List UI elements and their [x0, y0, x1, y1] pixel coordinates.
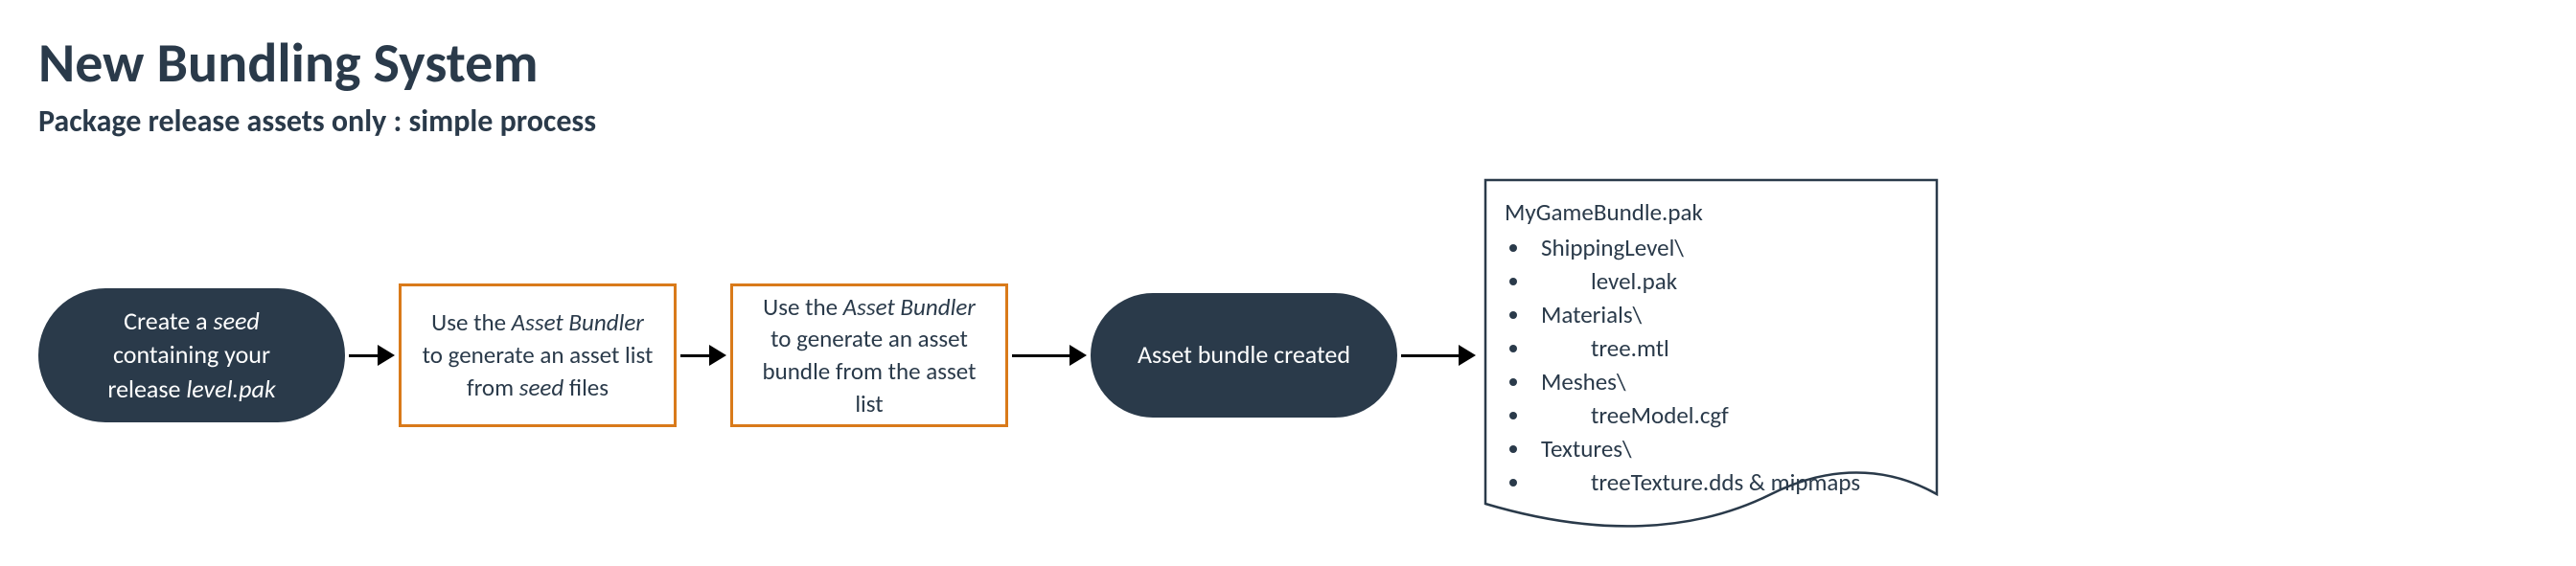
step-4-text: Asset bundle created	[1138, 338, 1350, 372]
document-content: MyGameBundle.pak ShippingLevel\level.pak…	[1505, 195, 1918, 499]
file-entry: Meshes\	[1533, 365, 1626, 398]
text-fragment: Use the	[431, 307, 512, 337]
diagram-title: New Bundling System	[38, 29, 2538, 97]
list-item: treeTexture.dds & mipmaps	[1531, 465, 1918, 499]
arrow-icon	[1401, 345, 1476, 366]
em-asset-bundler: Asset Bundler	[843, 292, 976, 322]
file-entry: Textures\	[1533, 432, 1632, 465]
em-asset-bundler: Asset Bundler	[512, 307, 644, 337]
step-3-asset-bundle: Use the Asset Bundler to generate an ass…	[730, 283, 1008, 427]
text-fragment: to generate an asset bundle from the ass…	[763, 324, 977, 419]
list-item: tree.mtl	[1531, 331, 1918, 365]
file-entry: ShippingLevel\	[1533, 231, 1684, 264]
arrow-icon	[349, 345, 395, 366]
step-1-text: Create a seed containing your release le…	[75, 305, 309, 405]
step-2-asset-list: Use the Asset Bundler to generate an ass…	[399, 283, 677, 427]
step-4-created: Asset bundle created	[1091, 293, 1397, 418]
file-entry: tree.mtl	[1533, 331, 1669, 365]
file-entry: level.pak	[1533, 264, 1677, 298]
document-file-list: ShippingLevel\level.pakMaterials\tree.mt…	[1505, 231, 1918, 499]
arrow-icon	[1012, 345, 1087, 366]
text-fragment: files	[564, 373, 609, 402]
step-2-text: Use the Asset Bundler to generate an ass…	[419, 306, 656, 403]
list-item: level.pak	[1531, 264, 1918, 298]
list-item: Materials\	[1531, 298, 1918, 331]
diagram-subtitle: Package release assets only : simple pro…	[38, 102, 2538, 140]
step-3-text: Use the Asset Bundler to generate an ass…	[750, 291, 988, 420]
text-fragment: Create a	[124, 306, 213, 336]
em-seed: seed	[213, 306, 259, 336]
flow-row: Create a seed containing your release le…	[38, 178, 2538, 532]
em-seed: seed	[519, 373, 564, 402]
em-levelpak: level.pak	[186, 374, 275, 404]
list-item: ShippingLevel\	[1531, 231, 1918, 264]
list-item: Textures\	[1531, 432, 1918, 465]
output-document: MyGameBundle.pak ShippingLevel\level.pak…	[1484, 178, 1939, 532]
step-1-seed: Create a seed containing your release le…	[38, 288, 345, 422]
arrow-icon	[680, 345, 726, 366]
file-entry: treeModel.cgf	[1533, 398, 1729, 432]
text-fragment: Use the	[763, 292, 843, 322]
file-entry: treeTexture.dds & mipmaps	[1533, 465, 1860, 499]
document-filename: MyGameBundle.pak	[1505, 195, 1918, 229]
file-entry: Materials\	[1533, 298, 1642, 331]
list-item: Meshes\	[1531, 365, 1918, 398]
list-item: treeModel.cgf	[1531, 398, 1918, 432]
